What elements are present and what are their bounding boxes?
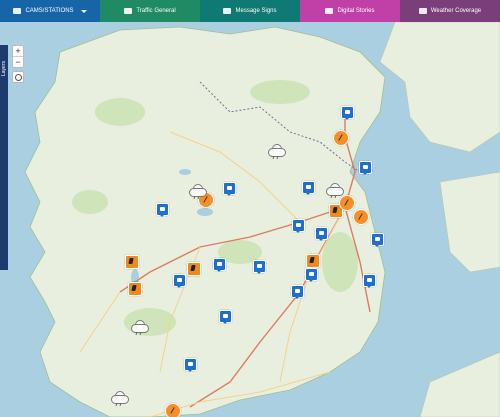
roadwork-marker-icon[interactable] <box>187 262 201 276</box>
tab-traffic-label: Traffic General <box>136 8 176 14</box>
park-area <box>322 232 358 292</box>
sign-icon <box>223 8 232 14</box>
cloud-icon <box>418 8 427 14</box>
locate-button[interactable] <box>12 71 24 83</box>
tab-digital-stories[interactable]: Digital Stories <box>300 0 400 22</box>
park-area <box>250 80 310 104</box>
park-area <box>95 98 145 126</box>
tab-cams-stations[interactable]: CAMS/STATIONS <box>0 0 100 22</box>
top-navigation: CAMS/STATIONS Traffic General Message Si… <box>0 0 500 22</box>
camera-marker-icon[interactable] <box>223 182 236 196</box>
roadwork-marker-icon[interactable] <box>306 254 320 268</box>
incident-marker-icon[interactable] <box>353 209 369 225</box>
tab-cams-label: CAMS/STATIONS <box>25 8 74 14</box>
rain-cloud-icon[interactable] <box>129 320 149 336</box>
rain-cloud-icon[interactable] <box>109 391 129 407</box>
incident-marker-icon[interactable] <box>339 195 355 211</box>
park-area <box>72 190 108 214</box>
camera-marker-icon[interactable] <box>291 285 304 299</box>
zoom-control: + − <box>12 45 24 68</box>
digital-sign-icon <box>325 8 334 14</box>
rain-cloud-icon[interactable] <box>324 183 344 199</box>
incident-marker-icon[interactable] <box>333 130 349 146</box>
camera-marker-icon[interactable] <box>173 274 186 288</box>
ireland-landmass <box>24 26 386 417</box>
camera-marker-icon[interactable] <box>305 268 318 282</box>
camera-marker-icon[interactable] <box>341 106 354 120</box>
camera-marker-icon[interactable] <box>315 227 328 241</box>
page: CAMS/STATIONS Traffic General Message Si… <box>0 0 500 417</box>
map-canvas[interactable] <box>0 22 500 417</box>
roadwork-marker-icon[interactable] <box>128 282 142 296</box>
camera-marker-icon[interactable] <box>156 203 169 217</box>
camera-marker-icon[interactable] <box>292 219 305 233</box>
layers-label: Layers <box>1 60 7 76</box>
tab-traffic-general[interactable]: Traffic General <box>100 0 200 22</box>
camera-marker-icon[interactable] <box>184 358 197 372</box>
camera-marker-icon[interactable] <box>359 161 372 175</box>
camera-marker-icon[interactable] <box>253 260 266 274</box>
tab-weather-coverage[interactable]: Weather Coverage <box>400 0 500 22</box>
map-view[interactable] <box>0 22 500 417</box>
camera-marker-icon[interactable] <box>302 181 315 195</box>
chevron-down-icon <box>80 9 87 13</box>
tab-message-label: Message Signs <box>235 8 277 14</box>
camera-marker-icon[interactable] <box>219 310 232 324</box>
camera-icon <box>13 8 22 14</box>
camera-marker-icon[interactable] <box>363 274 376 288</box>
incident-marker-icon[interactable] <box>165 403 181 417</box>
roadwork-marker-icon[interactable] <box>125 255 139 269</box>
tab-weather-label: Weather Coverage <box>430 8 482 14</box>
locate-icon <box>15 74 22 81</box>
tab-digital-label: Digital Stories <box>337 8 375 14</box>
tab-message-signs[interactable]: Message Signs <box>200 0 300 22</box>
lake <box>179 169 191 175</box>
rain-cloud-icon[interactable] <box>187 184 207 200</box>
zoom-in-button[interactable]: + <box>13 46 23 57</box>
camera-marker-icon[interactable] <box>371 233 384 247</box>
rain-cloud-icon[interactable] <box>266 144 286 160</box>
lake <box>197 208 213 216</box>
camera-marker-icon[interactable] <box>213 258 226 272</box>
car-icon <box>124 8 133 14</box>
zoom-out-button[interactable]: − <box>13 57 23 67</box>
